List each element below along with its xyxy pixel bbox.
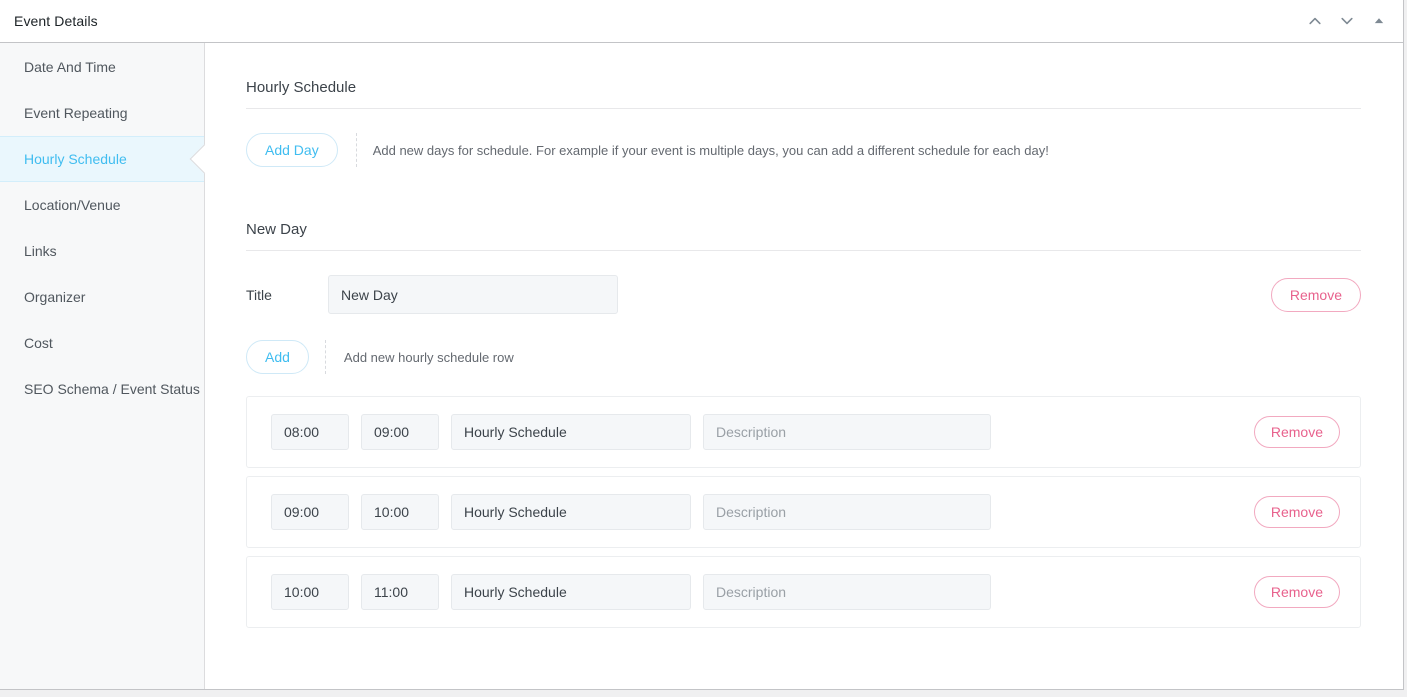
move-up-button[interactable] <box>1299 5 1331 37</box>
divider <box>324 340 326 374</box>
day-title-label: Title <box>246 286 272 303</box>
sidebar-item-date-and-time[interactable]: Date And Time <box>0 44 204 90</box>
table-row: Remove <box>246 396 1361 468</box>
triangle-up-icon <box>1372 14 1386 28</box>
screen: Event Details Date And Time Event Repeat… <box>0 0 1407 697</box>
chevron-down-icon <box>1339 13 1355 29</box>
row-subject-input[interactable] <box>451 494 691 530</box>
add-schedule-row-button[interactable]: Add <box>246 340 309 374</box>
sidebar-item-location-venue[interactable]: Location/Venue <box>0 182 204 228</box>
sidebar-item-seo-schema-event-status[interactable]: SEO Schema / Event Status <box>0 366 204 412</box>
row-end-time-input[interactable] <box>361 494 439 530</box>
day-title-row: Title Remove <box>246 275 1361 314</box>
sidebar-item-hourly-schedule[interactable]: Hourly Schedule <box>0 136 204 182</box>
add-schedule-row-bar: Add Add new hourly schedule row <box>246 340 1361 374</box>
panel-header-actions <box>1299 0 1395 42</box>
divider <box>355 133 357 167</box>
move-down-button[interactable] <box>1331 5 1363 37</box>
add-schedule-row-hint: Add new hourly schedule row <box>343 349 514 365</box>
row-subject-input[interactable] <box>451 574 691 610</box>
event-details-metabox: Event Details Date And Time Event Repeat… <box>0 0 1404 690</box>
sidebar-item-label: Date And Time <box>24 59 116 75</box>
row-subject-input[interactable] <box>451 414 691 450</box>
settings-sidebar: Date And Time Event Repeating Hourly Sch… <box>0 43 205 689</box>
row-end-time-input[interactable] <box>361 574 439 610</box>
row-end-time-input[interactable] <box>361 414 439 450</box>
section-title-new-day: New Day <box>246 221 1361 251</box>
hourly-schedule-panel: Hourly Schedule Add Day Add new days for… <box>205 43 1403 689</box>
sidebar-item-label: Links <box>24 243 57 259</box>
remove-row-button[interactable]: Remove <box>1253 416 1340 448</box>
row-description-input[interactable] <box>703 574 991 610</box>
add-day-hint: Add new days for schedule. For example i… <box>372 142 1049 158</box>
sidebar-item-event-repeating[interactable]: Event Repeating <box>0 90 204 136</box>
page-title: Event Details <box>14 13 98 29</box>
chevron-up-icon <box>1307 13 1323 29</box>
table-row: Remove <box>246 556 1361 628</box>
row-start-time-input[interactable] <box>271 574 349 610</box>
sidebar-item-links[interactable]: Links <box>0 228 204 274</box>
remove-day-button[interactable]: Remove <box>1270 277 1361 312</box>
row-start-time-input[interactable] <box>271 414 349 450</box>
remove-row-button[interactable]: Remove <box>1253 496 1340 528</box>
sidebar-item-label: Organizer <box>24 289 86 305</box>
section-title-hourly-schedule: Hourly Schedule <box>246 79 1361 109</box>
sidebar-item-organizer[interactable]: Organizer <box>0 274 204 320</box>
row-start-time-input[interactable] <box>271 494 349 530</box>
panel-body: Date And Time Event Repeating Hourly Sch… <box>0 43 1403 689</box>
sidebar-item-label: Location/Venue <box>24 197 121 213</box>
toggle-panel-button[interactable] <box>1363 5 1395 37</box>
row-description-input[interactable] <box>703 494 991 530</box>
remove-row-button[interactable]: Remove <box>1253 576 1340 608</box>
table-row: Remove <box>246 476 1361 548</box>
sidebar-item-label: SEO Schema / Event Status <box>24 381 200 397</box>
sidebar-item-label: Cost <box>24 335 53 351</box>
sidebar-item-label: Hourly Schedule <box>24 151 127 167</box>
sidebar-item-cost[interactable]: Cost <box>0 320 204 366</box>
row-description-input[interactable] <box>703 414 991 450</box>
day-title-input[interactable] <box>328 275 618 314</box>
add-day-row: Add Day Add new days for schedule. For e… <box>246 133 1361 167</box>
panel-header: Event Details <box>0 0 1403 43</box>
sidebar-item-label: Event Repeating <box>24 105 128 121</box>
add-day-button[interactable]: Add Day <box>246 133 338 167</box>
